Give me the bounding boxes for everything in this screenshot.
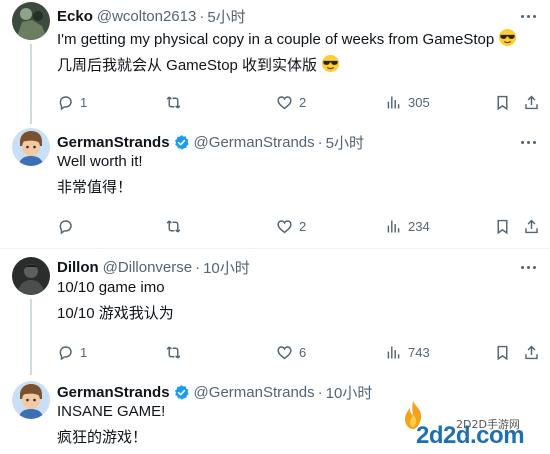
view-count: 234: [408, 218, 430, 234]
views-button[interactable]: 234: [385, 216, 430, 236]
avatar[interactable]: [12, 2, 50, 40]
separator-dot: ·: [317, 383, 323, 401]
sunglasses-emoji-icon: [321, 54, 340, 79]
action-bar: 1 6 743: [57, 342, 538, 362]
tweet[interactable]: Ecko @wcolton2613 · 5小时 I'm getting my p…: [0, 0, 550, 124]
share-icon: [525, 95, 538, 109]
tweet-header: Dillon @Dillonverse · 10小时: [57, 257, 250, 277]
tweet-translation: 10/10 游戏我认为: [57, 305, 174, 322]
share-button[interactable]: [523, 342, 540, 362]
bookmark-icon: [497, 219, 508, 234]
user-handle[interactable]: @Dillonverse: [103, 259, 192, 276]
action-bar: 2 234: [57, 216, 538, 236]
timestamp[interactable]: 5小时: [326, 132, 364, 153]
heart-icon: [277, 219, 292, 233]
tweet-text: I'm getting my physical copy in a couple…: [57, 28, 517, 53]
views-icon: [387, 96, 400, 108]
tweet-translation: 几周后我就会从 GameStop 收到实体版: [57, 54, 340, 79]
view-count: 743: [408, 344, 430, 360]
retweet-icon: [166, 345, 181, 359]
tweet[interactable]: Dillon @Dillonverse · 10小时 10/10 game im…: [0, 249, 550, 375]
like-button[interactable]: 6: [276, 342, 306, 362]
tweet[interactable]: GermanStrands @GermanStrands · 5小时 Well …: [0, 124, 550, 248]
reply-icon: [59, 219, 72, 234]
bookmark-button[interactable]: [494, 216, 511, 236]
views-button[interactable]: 743: [385, 342, 430, 362]
like-count: 6: [299, 344, 307, 360]
reply-button[interactable]: 1: [57, 92, 87, 112]
more-options-icon[interactable]: [521, 6, 536, 26]
watermark-site: 2d2d.com: [416, 422, 525, 449]
tweet-translation: 非常值得！: [57, 179, 133, 196]
more-options-icon[interactable]: [521, 132, 536, 152]
views-icon: [387, 220, 400, 232]
reply-button[interactable]: [57, 216, 80, 236]
share-icon: [525, 345, 538, 359]
user-handle[interactable]: @wcolton2613: [97, 8, 196, 25]
separator-dot: ·: [195, 258, 201, 276]
heart-icon: [277, 345, 292, 359]
verified-badge-icon[interactable]: [173, 384, 190, 401]
bookmark-icon: [497, 345, 508, 360]
avatar[interactable]: [12, 128, 50, 166]
views-icon: [387, 346, 400, 358]
timestamp[interactable]: 5小时: [207, 6, 245, 27]
tweet-text: Well worth it!: [57, 153, 143, 170]
reply-icon: [59, 345, 72, 360]
tweet-text: 10/10 game imo: [57, 279, 165, 296]
tweet-text: INSANE GAME!: [57, 403, 166, 420]
separator-dot: ·: [199, 7, 205, 25]
view-count: 305: [408, 94, 430, 110]
bookmark-icon: [497, 95, 508, 110]
sunglasses-emoji-icon: [498, 28, 517, 53]
reply-count: 1: [80, 344, 88, 360]
heart-icon: [277, 95, 292, 109]
tweet-text-content: I'm getting my physical copy in a couple…: [57, 31, 495, 48]
share-button[interactable]: [523, 216, 540, 236]
more-options-icon[interactable]: [521, 257, 536, 277]
avatar[interactable]: [12, 257, 50, 295]
tweet-header: GermanStrands @GermanStrands · 5小时: [57, 132, 364, 152]
retweet-button[interactable]: [165, 216, 188, 236]
retweet-button[interactable]: [165, 342, 188, 362]
display-name[interactable]: GermanStrands: [57, 384, 170, 401]
share-button[interactable]: [523, 92, 540, 112]
display-name[interactable]: GermanStrands: [57, 134, 170, 151]
bookmark-button[interactable]: [494, 92, 511, 112]
tweet-translation: 疯狂的游戏！: [57, 429, 148, 446]
tweet-header: GermanStrands @GermanStrands · 10小时: [57, 382, 372, 402]
separator-dot: ·: [317, 133, 323, 151]
tweet-header: Ecko @wcolton2613 · 5小时: [57, 6, 246, 26]
action-bar: 1 2 305: [57, 92, 538, 112]
user-handle[interactable]: @GermanStrands: [194, 384, 315, 401]
retweet-icon: [166, 219, 181, 233]
like-button[interactable]: 2: [276, 216, 306, 236]
bookmark-button[interactable]: [494, 342, 511, 362]
user-handle[interactable]: @GermanStrands: [194, 134, 315, 151]
retweet-button[interactable]: [165, 92, 188, 112]
site-watermark: 2D2D手游网 2d2d.com: [390, 398, 550, 454]
thread-line: [30, 299, 32, 375]
like-count: 2: [299, 218, 307, 234]
tweet-translation-content: 几周后我就会从 GameStop 收到实体版: [57, 57, 318, 74]
timestamp[interactable]: 10小时: [326, 382, 373, 403]
display-name[interactable]: Ecko: [57, 8, 93, 25]
timestamp[interactable]: 10小时: [203, 257, 250, 278]
share-icon: [525, 219, 538, 233]
like-button[interactable]: 2: [276, 92, 306, 112]
avatar[interactable]: [12, 381, 50, 419]
retweet-icon: [166, 95, 181, 109]
thread-line: [30, 44, 32, 124]
reply-count: 1: [80, 94, 88, 110]
display-name[interactable]: Dillon: [57, 259, 99, 276]
reply-icon: [59, 95, 72, 110]
verified-badge-icon[interactable]: [173, 134, 190, 151]
views-button[interactable]: 305: [385, 92, 430, 112]
like-count: 2: [299, 94, 307, 110]
reply-button[interactable]: 1: [57, 342, 87, 362]
